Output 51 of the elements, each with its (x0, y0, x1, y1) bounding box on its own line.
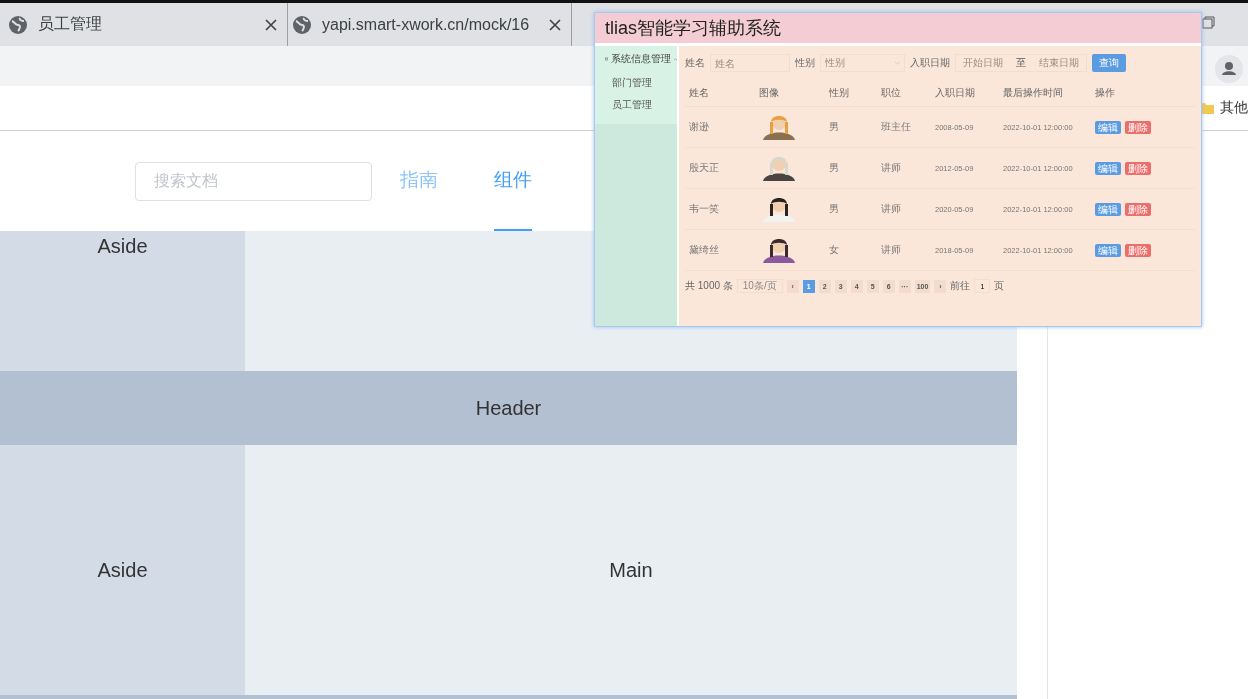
goto-label: 前往 (950, 279, 971, 293)
table-cell-text: 班主任 (881, 120, 912, 134)
table-cell-text: 讲师 (881, 202, 902, 216)
menu-item[interactable]: 部门管理 (595, 72, 677, 94)
aside-block: Aside (0, 445, 245, 695)
date-range-field[interactable]: 开始日期 至 结束日期 (955, 54, 1087, 72)
delete-button[interactable]: 删除 (1125, 120, 1151, 134)
bookmark-folder[interactable]: 其他 (1220, 99, 1248, 117)
column-header: 性别 (829, 85, 850, 100)
menu-item[interactable]: 员工管理 (595, 94, 677, 116)
table-cell-text: 男 (829, 120, 840, 134)
table-cell-text: 男 (829, 161, 840, 175)
column-header: 职位 (881, 85, 902, 100)
column-header: 姓名 (689, 85, 710, 100)
table-cell-text: 讲师 (881, 161, 902, 175)
restore-icon[interactable] (1202, 16, 1215, 29)
close-icon[interactable] (549, 18, 561, 31)
aside-block: Aside (0, 231, 245, 371)
table-cell-text: 谢逊 (689, 120, 710, 134)
column-header: 操作 (1095, 85, 1116, 100)
column-header: 入职日期 (935, 85, 976, 100)
globe-icon (292, 14, 312, 35)
table-cell-text: 讲师 (881, 243, 902, 257)
column-header: 最后操作时间 (1003, 85, 1064, 100)
total-count: 共 1000 条 (685, 279, 733, 293)
header-block: Header (0, 371, 1017, 445)
page-unit: 页 (994, 279, 1005, 293)
mail-icon (605, 56, 608, 62)
field-label: 入职日期 (910, 56, 950, 70)
column-header: 图像 (759, 85, 780, 100)
gender-select[interactable]: 性别 (820, 54, 905, 72)
table-cell-text: 韦一笑 (689, 202, 720, 216)
globe-icon (8, 14, 28, 35)
table-cell-text: 黛绮丝 (689, 243, 720, 257)
delete-button[interactable]: 删除 (1125, 243, 1151, 257)
profile-icon[interactable] (1215, 55, 1243, 83)
table-cell-text: 男 (829, 202, 840, 216)
name-field[interactable]: 姓名 (710, 54, 790, 72)
delete-button[interactable]: 删除 (1125, 202, 1151, 216)
page-size-select[interactable]: 10条/页 (736, 279, 783, 293)
chevron-icon (895, 61, 900, 65)
chevron-icon (674, 56, 677, 62)
field-label: 性别 (795, 56, 815, 70)
table-cell-text: 女 (829, 243, 840, 257)
window-title: tlias智能学习辅助系统 (595, 13, 1201, 43)
main-block: Main (245, 445, 1017, 695)
delete-button[interactable]: 删除 (1125, 161, 1151, 175)
search-field[interactable]: 搜索文档 (135, 161, 372, 201)
field-label: 姓名 (685, 56, 705, 70)
close-icon[interactable] (265, 18, 277, 31)
table-cell-text: 殷天正 (689, 161, 720, 175)
